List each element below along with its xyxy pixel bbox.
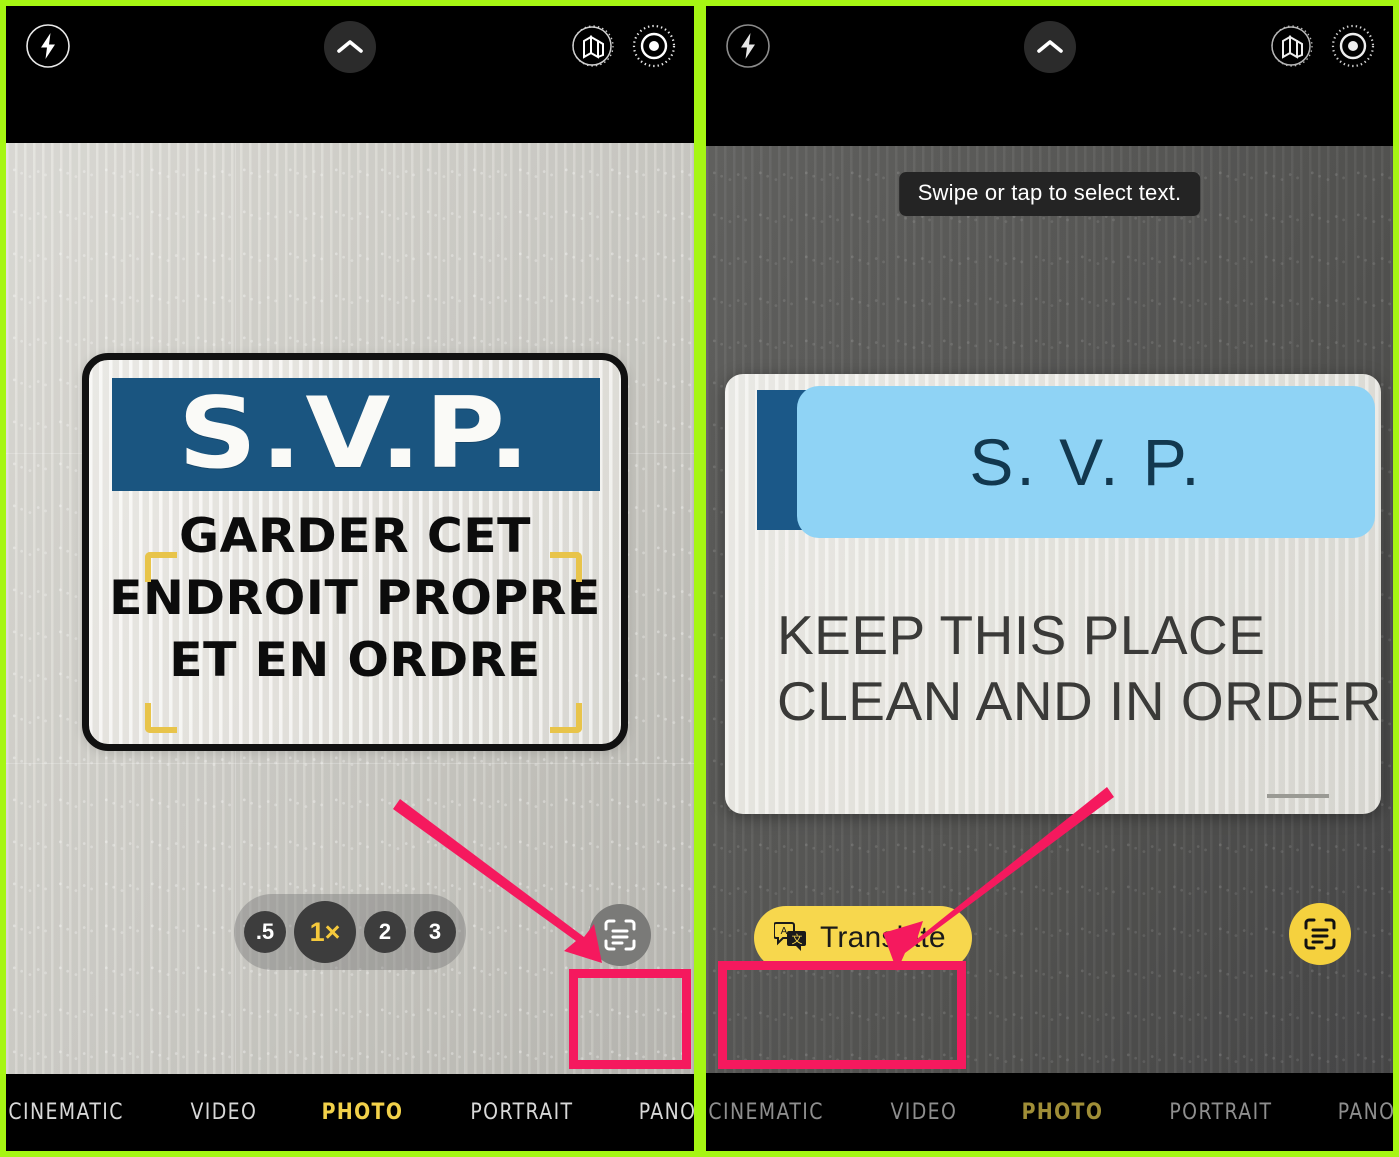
photographic-styles-icon[interactable] <box>566 20 618 72</box>
sign-banner-text: S.V.P. <box>178 377 534 492</box>
french-sign: S.V.P. GARDER CET ENDROIT PROPRE ET EN O… <box>82 353 628 751</box>
live-photo-icon[interactable] <box>1327 20 1379 72</box>
live-text-scan-icon <box>604 919 636 951</box>
zoom-option-1x[interactable]: 1× <box>294 901 356 963</box>
zoom-option-2x[interactable]: 2 <box>364 911 406 953</box>
camera-top-controls <box>706 6 1393 146</box>
translated-banner-text: S. V. P. <box>969 425 1203 499</box>
flash-icon[interactable] <box>722 20 774 72</box>
right-phone-screen: Swipe or tap to select text. S. V. P. KE… <box>700 0 1399 1157</box>
translated-sign: S. V. P. KEEP THIS PLACE CLEAN AND IN OR… <box>725 374 1381 814</box>
svg-text:A: A <box>781 926 788 937</box>
live-text-tooltip: Swipe or tap to select text. <box>898 172 1201 216</box>
camera-viewfinder[interactable]: Swipe or tap to select text. S. V. P. KE… <box>706 146 1393 1073</box>
mode-portrait[interactable]: PORTRAIT <box>470 1100 573 1125</box>
sign-edge-mark <box>1267 794 1329 798</box>
mode-pano[interactable]: PANO <box>639 1100 694 1125</box>
mode-photo[interactable]: PHOTO <box>322 1100 404 1125</box>
zoom-controls[interactable]: .5 1× 2 3 <box>234 894 466 970</box>
live-text-corner-icon <box>145 552 177 582</box>
svg-text:文: 文 <box>792 932 803 946</box>
translation-overlay-chip[interactable]: S. V. P. <box>797 386 1375 538</box>
screenshot-comparison: S.V.P. GARDER CET ENDROIT PROPRE ET EN O… <box>0 0 1399 1157</box>
live-text-corner-icon <box>550 703 582 733</box>
camera-top-controls <box>6 6 694 143</box>
translated-body-text: KEEP THIS PLACE CLEAN AND IN ORDER <box>777 602 1381 734</box>
translate-button-label: Translate <box>820 921 946 954</box>
camera-viewfinder[interactable]: S.V.P. GARDER CET ENDROIT PROPRE ET EN O… <box>6 143 694 1074</box>
live-text-scan-button[interactable] <box>589 904 651 966</box>
chevron-up-icon[interactable] <box>324 21 376 73</box>
mode-video[interactable]: VIDEO <box>191 1100 258 1125</box>
translate-button[interactable]: A 文 Translate <box>754 906 972 970</box>
translated-body-line: KEEP THIS PLACE <box>777 604 1266 666</box>
photographic-styles-icon[interactable] <box>1265 20 1317 72</box>
grid-line <box>6 763 694 765</box>
zoom-option-3x[interactable]: 3 <box>414 911 456 953</box>
zoom-option-0.5x[interactable]: .5 <box>244 911 286 953</box>
sign-banner: S.V.P. <box>112 378 600 491</box>
translated-body-line: CLEAN AND IN ORDER <box>777 670 1381 732</box>
mode-portrait[interactable]: PORTRAIT <box>1170 1100 1273 1125</box>
sign-body-line: ET EN ORDRE <box>169 633 541 689</box>
mode-photo[interactable]: PHOTO <box>1021 1100 1103 1125</box>
live-text-corner-icon <box>145 703 177 733</box>
mode-video[interactable]: VIDEO <box>890 1100 957 1125</box>
flash-icon[interactable] <box>22 20 74 72</box>
mode-cinematic[interactable]: CINEMATIC <box>708 1100 823 1125</box>
camera-mode-bar[interactable]: CINEMATIC VIDEO PHOTO PORTRAIT PANO <box>706 1073 1393 1151</box>
sign-body-text: GARDER CET ENDROIT PROPRE ET EN ORDRE <box>78 506 631 692</box>
chevron-up-icon[interactable] <box>1023 21 1076 73</box>
mode-pano[interactable]: PANO <box>1338 1100 1393 1125</box>
live-text-corner-icon <box>550 552 582 582</box>
live-text-scan-icon <box>1304 918 1336 950</box>
translate-icon: A 文 <box>773 920 808 957</box>
camera-mode-bar[interactable]: CINEMATIC VIDEO PHOTO PORTRAIT PANO <box>6 1074 694 1151</box>
mode-cinematic[interactable]: CINEMATIC <box>8 1100 123 1125</box>
left-phone-screen: S.V.P. GARDER CET ENDROIT PROPRE ET EN O… <box>0 0 700 1157</box>
live-text-scan-button[interactable] <box>1289 903 1351 965</box>
live-photo-icon[interactable] <box>628 20 680 72</box>
